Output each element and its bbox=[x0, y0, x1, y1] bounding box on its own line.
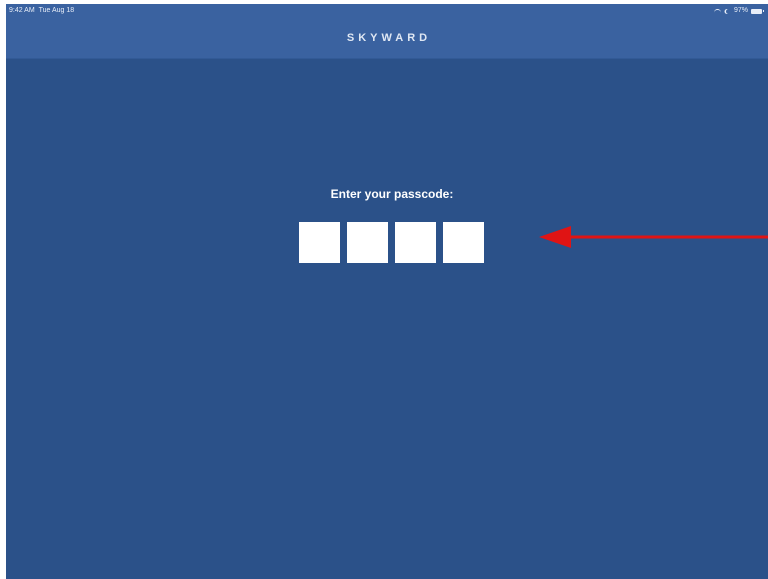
wifi-icon bbox=[713, 9, 721, 15]
red-arrow-annotation bbox=[539, 226, 768, 248]
moon-icon bbox=[726, 9, 731, 14]
battery-icon bbox=[751, 8, 764, 14]
status-bar: 9:42 AM Tue Aug 18 97% bbox=[6, 4, 768, 18]
passcode-digit-1[interactable] bbox=[299, 222, 340, 263]
status-time: 9:42 AM bbox=[9, 7, 35, 14]
passcode-digit-2[interactable] bbox=[347, 222, 388, 263]
passcode-digit-3[interactable] bbox=[395, 222, 436, 263]
passcode-digit-4[interactable] bbox=[443, 222, 484, 263]
battery-percent: 97% bbox=[733, 7, 748, 14]
passcode-prompt: Enter your passcode: bbox=[330, 187, 454, 201]
nav-bar: SKYWARD bbox=[6, 18, 768, 59]
status-time-date: 9:42 AM Tue Aug 18 bbox=[9, 4, 74, 18]
passcode-entry bbox=[299, 222, 484, 263]
arrow-head bbox=[539, 226, 571, 248]
app-screen: 9:42 AM Tue Aug 18 97% SKYWARD Enter you… bbox=[6, 4, 768, 579]
brand-logo: SKYWARD bbox=[346, 32, 432, 44]
status-date: Tue Aug 18 bbox=[38, 7, 75, 14]
status-indicators: 97% bbox=[713, 4, 764, 18]
